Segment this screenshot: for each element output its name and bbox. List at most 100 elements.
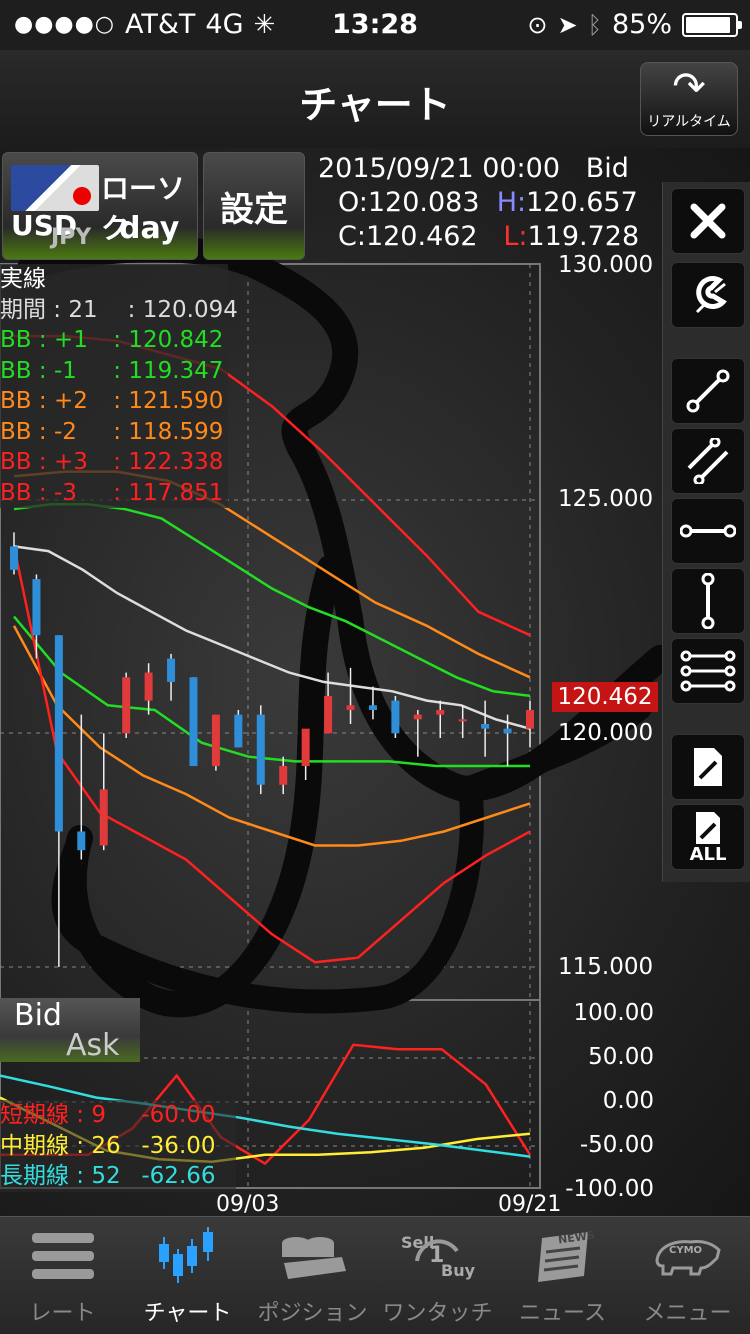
candle-body [481, 723, 490, 729]
parallel-lines-icon [687, 438, 729, 484]
legend-name: BB [0, 479, 32, 506]
candle-body [99, 789, 108, 846]
legend-value: 120.094 [142, 296, 238, 323]
multi-line-tool-button[interactable] [671, 638, 745, 704]
ohlc-side: Bid [585, 153, 629, 184]
osc-legend-value: -36.00 [141, 1132, 216, 1159]
legend-param: 21 [68, 296, 98, 323]
tab-one-touch[interactable]: Sell 1 Buy ワンタッチ [375, 1217, 500, 1334]
legend-row: 期間 : 21 : 120.094 [0, 295, 238, 326]
candle-body [211, 714, 220, 767]
high-value: 120.657 [526, 187, 638, 218]
candle-body [54, 635, 63, 832]
parallel-lines-tool-button[interactable] [671, 428, 745, 494]
price-tick: 130.000 [558, 252, 654, 278]
tab-label: ワンタッチ [382, 1301, 493, 1326]
ohlc-row-open-high: O:120.083 H:120.657 [318, 186, 648, 220]
candle-body [122, 677, 131, 734]
close-tool-button[interactable] [671, 188, 745, 254]
horizontal-line-icon [680, 524, 736, 538]
candle-body [10, 546, 18, 570]
tab-news[interactable]: NEWS ニュース [500, 1217, 625, 1334]
osc-legend-name: 長期線 [0, 1163, 69, 1189]
horizontal-line-tool-button[interactable] [671, 498, 745, 564]
candle-body [189, 677, 198, 767]
candle-body [526, 709, 534, 729]
legend-param: +2 [53, 388, 88, 414]
candle-body [256, 714, 265, 785]
candle-body [346, 705, 355, 710]
legend-value: 122.338 [128, 449, 224, 475]
menu-badge: CYMO [669, 1245, 703, 1256]
osc-legend-value: -62.66 [141, 1163, 216, 1189]
tab-position[interactable]: ポジション [250, 1217, 375, 1334]
candle-body [458, 719, 467, 722]
realtime-button[interactable]: ↷ リアルタイム [640, 62, 738, 136]
candle-body [32, 579, 41, 636]
one-touch-icon: Sell 1 Buy [375, 1217, 500, 1295]
candle-body [301, 728, 310, 767]
trend-line-tool-button[interactable] [671, 358, 745, 424]
osc-tick: -50.00 [579, 1132, 654, 1158]
high-label: H: [496, 187, 527, 218]
chart-area[interactable]: ローソク USD JPY day 設定 2015/09/21 00:00 Bid… [0, 148, 750, 1217]
vertical-line-tool-button[interactable] [671, 568, 745, 634]
legend-row: BB : -2 : 118.599 [0, 417, 228, 448]
erase-all-icon [695, 812, 720, 844]
osc-legend-value: -60.00 [141, 1102, 216, 1128]
ask-label[interactable]: Ask [66, 1028, 120, 1063]
freehand-drawing [60, 555, 343, 1018]
osc-tick: 0.00 [602, 1088, 654, 1114]
erase-all-tool-button[interactable]: ALL [671, 804, 745, 870]
legend-value: 121.590 [128, 388, 224, 414]
close-value: 120.462 [365, 221, 478, 252]
tab-rate[interactable]: レート [0, 1217, 125, 1334]
erase-tool-button[interactable] [671, 734, 745, 800]
candle-body [324, 695, 333, 734]
close-label: C: [338, 221, 366, 252]
usdjpy-flag-icon [11, 165, 99, 211]
indicator-line [13, 503, 531, 698]
osc-legend-name: 短期線 [0, 1102, 69, 1128]
erase-icon [694, 748, 722, 786]
tab-label: ポジション [257, 1301, 368, 1326]
osc-tick: -100.00 [565, 1176, 654, 1202]
osc-legend-row: 短期線 : 9 -60.00 [0, 1100, 236, 1131]
candle-body [144, 672, 153, 701]
tab-menu[interactable]: CYMO メニュー [625, 1217, 750, 1334]
legend-name: BB [0, 327, 32, 353]
tab-chart[interactable]: チャート [125, 1217, 250, 1334]
tab-label: ニュース [519, 1301, 606, 1326]
ohlc-readout: 2015/09/21 00:00 Bid O:120.083 H:120.657… [318, 152, 648, 254]
low-label: L: [503, 221, 528, 252]
chart-icon [158, 1227, 213, 1283]
page-title: チャート [299, 83, 451, 127]
legend-row: BB : -1 : 119.347 [0, 356, 228, 387]
legend-name: 期間 [0, 296, 46, 323]
legend-param: -3 [53, 479, 77, 506]
realtime-label: リアルタイム [647, 114, 731, 130]
period-label: day [119, 211, 180, 246]
magnet-tool-button[interactable] [671, 262, 745, 328]
oscillator-legend: 短期線 : 9 -60.00 中期線 : 26 -36.00 長期線 : 52 -62.6… [0, 1100, 236, 1192]
rotation-lock-icon: ⊙ [527, 10, 548, 39]
menu-icon: CYMO [625, 1217, 750, 1295]
osc-legend-param: 9 [91, 1102, 107, 1128]
price-tick: 125.000 [558, 486, 654, 512]
bid-label[interactable]: Bid [14, 998, 62, 1033]
osc-legend-row: 中期線 : 26 -36.00 [0, 1131, 236, 1162]
symbol-button[interactable]: ローソク USD JPY day [2, 152, 198, 260]
settings-button[interactable]: 設定 [203, 152, 305, 260]
price-tick: 115.000 [558, 954, 654, 980]
tab-label: メニュー [643, 1301, 732, 1326]
bid-ask-toggle[interactable]: Bid Ask [0, 998, 140, 1063]
price-tick: 120.000 [558, 720, 654, 746]
legend-name: BB [0, 418, 32, 445]
date-tick: 09/21 [498, 1192, 562, 1217]
current-price-badge: 120.462 [552, 682, 658, 712]
open-label: O: [338, 187, 368, 218]
realtime-arrow-icon: ↷ [672, 64, 706, 110]
candle-body [279, 766, 288, 785]
candle-body [77, 831, 86, 851]
vertical-line-icon [701, 573, 715, 629]
